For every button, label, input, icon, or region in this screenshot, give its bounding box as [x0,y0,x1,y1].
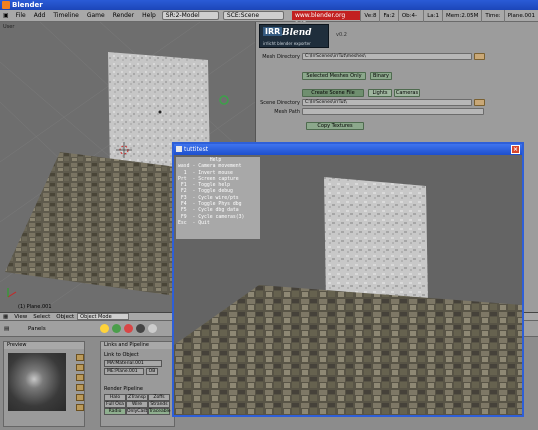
scene-directory-label: Scene Directory [260,100,300,106]
binary-toggle[interactable]: Binary [370,72,392,80]
menu-render[interactable]: Render [109,12,138,19]
info-window-icon[interactable]: ▣ [0,12,12,19]
editing-context-icon[interactable] [148,324,157,333]
logo-subtitle: irrlicht blender exporter [263,41,311,46]
top-menubar: ▣ File Add Timeline Game Render Help SR:… [0,9,538,31]
render-pipeline-label: Render Pipeline [104,386,143,392]
ob-link-toggle[interactable]: OB [146,368,158,375]
irrlicht-render-canvas[interactable]: Help wasd - Camera movement 1 - Invert mo… [174,155,522,415]
mesh-path-label: Mesh Path [274,109,300,115]
axis-gizmo [7,288,17,298]
menu-help[interactable]: Help [138,12,160,19]
halo-toggle[interactable]: Halo [104,394,126,401]
mesh-directory-label: Mesh Directory [262,54,300,60]
scene-directory-field[interactable]: C:\IrrScenes\irrTut\ [302,99,472,106]
render-floor-plane [174,285,522,415]
screen-selector[interactable]: SR:2-Model [161,11,219,20]
mesh-path-field[interactable] [302,108,484,115]
menu-object[interactable]: Object [53,314,77,320]
selected-meshes-only-toggle[interactable]: Selected Meshes Only [302,72,366,80]
viewport-view-label: User [3,24,15,30]
link-to-object-label: Link to Object [104,352,139,358]
view-type-icon[interactable]: ▦ [0,314,11,320]
window-title-bar: Blender [0,0,538,10]
links-and-pipeline-panel: Links and Pipeline Link to Object MA:Mat… [100,341,175,427]
help-line: Esc - Quit [178,220,210,226]
traceable-toggle[interactable]: Traceable [148,408,171,415]
menu-add[interactable]: Add [30,12,50,19]
close-icon[interactable]: × [511,145,520,154]
ztransp-toggle[interactable]: ZTransp [126,394,148,401]
logic-context-icon[interactable] [100,324,109,333]
preview-type-monkey-button[interactable] [76,384,84,391]
tuttitest-title-bar[interactable]: tuttitest × [174,144,522,155]
stat-object-name: Plane.001 [503,9,538,22]
blender-url[interactable]: www.blender.org 245 [291,11,361,28]
preview-type-sky-button[interactable] [76,404,84,411]
menu-file[interactable]: File [12,12,30,19]
preview-type-cube-button[interactable] [76,374,84,381]
mesh-directory-browse-button[interactable] [474,53,485,60]
scene-directory-browse-button[interactable] [474,99,485,106]
preview-type-flat-button[interactable] [76,354,84,361]
strands-button[interactable]: Strands [148,401,170,408]
active-object-label: (1) Plane.001 [18,304,52,310]
scene-selector[interactable]: SCE:Scene [222,11,284,20]
shading-context-icon[interactable] [124,324,133,333]
create-scene-file-toggle[interactable]: Create Scene File [302,89,364,97]
logo-blend: Blend [282,28,312,38]
menu-select[interactable]: Select [30,314,53,320]
irrblend-logo: IRR Blend irrlicht blender exporter [259,24,329,48]
window-title: Blender [12,1,43,9]
stat-memory: Mem:2.05M [441,9,481,22]
render-wall-plane [324,177,428,305]
preview-panel-title: Preview [4,342,84,349]
script-context-icon[interactable] [112,324,121,333]
mesh-directory-field[interactable]: C:\IrrScenes\irrTut\meshes\ [302,53,472,60]
buttons-window-icon[interactable]: ▤ [4,326,9,332]
object-context-icon[interactable] [136,324,145,333]
mode-selector[interactable]: Object Mode [77,313,130,320]
radio-toggle[interactable]: Radio [104,408,126,415]
blender-app-icon [2,1,10,9]
stat-objects: Ob:4-0 [397,9,423,31]
tuttitest-window[interactable]: tuttitest × Help wasd - Camera movement … [172,142,524,417]
preview-panel: Preview [3,341,85,427]
copy-textures-toggle[interactable]: Copy Textures [306,122,364,130]
full-osa-toggle[interactable]: Full Osa [104,401,126,408]
material-name-field[interactable]: MA:Material.001 [104,360,162,367]
help-overlay: Help wasd - Camera movement 1 - Invert mo… [176,157,260,239]
stat-faces: Fa:2 [379,9,397,22]
stat-lamps: La:1 [423,9,442,22]
logo-irr: IRR [263,27,283,36]
lamp-object[interactable] [219,95,229,105]
preview-type-sphere-button[interactable] [76,364,84,371]
material-preview-sphere [8,353,66,411]
panels-menu[interactable]: Panels [28,326,46,332]
menu-timeline[interactable]: Timeline [49,12,83,19]
exporter-version: v0.2 [336,32,347,38]
stat-time: Time: [481,9,503,22]
mesh-name-field[interactable]: ME:Plane.001 [104,368,144,375]
wire-toggle[interactable]: Wire [126,401,148,408]
lights-toggle[interactable]: Lights [368,89,392,97]
preview-type-hair-button[interactable] [76,394,84,401]
stat-vertices: Ve:8 [360,9,379,22]
tuttitest-app-icon [176,146,182,152]
links-panel-title: Links and Pipeline [101,342,174,349]
onlycast-toggle[interactable]: OnlyCast [126,408,148,415]
menu-view[interactable]: View [11,314,30,320]
tuttitest-title: tuttitest [184,146,209,153]
cameras-toggle[interactable]: Cameras [394,89,420,97]
menu-game[interactable]: Game [83,12,109,19]
zoffs-field[interactable]: Zoffs [148,394,170,401]
object-origin [158,110,162,114]
